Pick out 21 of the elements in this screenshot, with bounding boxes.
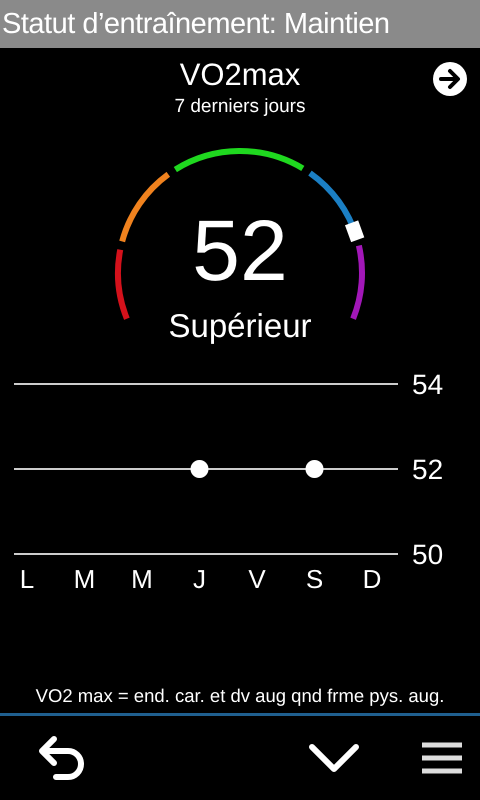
day-label: M [74, 564, 96, 594]
day-label: L [20, 564, 34, 594]
axis-tick-label: 50 [412, 539, 444, 570]
metric-title: VO2max [180, 56, 300, 94]
rating-label: Supérieur [167, 306, 313, 346]
axis-tick-label: 52 [412, 454, 444, 485]
period-label: 7 derniers jours [174, 95, 306, 119]
day-label: S [306, 564, 324, 594]
axis-tick-label: 54 [412, 369, 444, 400]
gauge-marker [344, 220, 364, 242]
screen-title: Statut d’entraînement: Maintien [2, 8, 390, 40]
day-label: V [248, 564, 266, 594]
day-label: M [131, 564, 153, 594]
data-point [306, 460, 324, 478]
menu-icon[interactable] [420, 741, 464, 775]
day-label: D [362, 564, 382, 594]
vo2max-value: 52 [191, 206, 289, 296]
day-label: J [193, 564, 206, 594]
footnote-text: VO2 max = end. car. et dv aug qnd frme pys. aug. [34, 684, 446, 708]
data-point [190, 460, 208, 478]
chevron-down-icon[interactable] [308, 743, 360, 773]
